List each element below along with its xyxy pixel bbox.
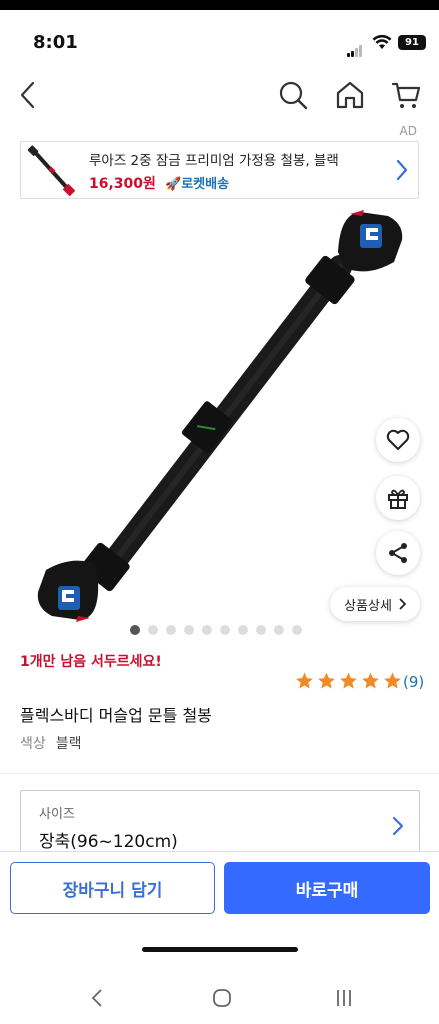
ad-banner[interactable]: 루아즈 2중 잠금 프리미엄 가정용 철봉, 블랙 16,300원 🚀로켓배송 [20, 141, 419, 199]
star-icon [340, 672, 357, 689]
chevron-right-icon [399, 598, 406, 610]
size-value: 장축(96~120cm) [39, 832, 178, 852]
gift-icon [388, 489, 408, 509]
status-bar: 8:01 91 [0, 10, 439, 68]
stock-notice: 1개만 남음 서두르세요! [20, 654, 162, 670]
carousel-dot[interactable] [256, 625, 266, 635]
top-nav [0, 72, 439, 120]
carousel-dot[interactable] [184, 625, 194, 635]
review-count[interactable]: (9) [403, 673, 424, 691]
carousel-dot[interactable] [130, 625, 140, 635]
home-button-icon[interactable] [212, 988, 232, 1008]
search-icon[interactable] [278, 80, 308, 110]
buy-now-button[interactable]: 바로구매 [224, 862, 430, 914]
star-icon [362, 672, 379, 689]
rocket-icon: 🚀 [165, 177, 182, 192]
ad-label: AD [399, 124, 417, 138]
star-icon [318, 672, 335, 689]
star-icon [384, 672, 401, 689]
product-detail-button[interactable]: 상품상세 [330, 587, 420, 621]
carousel-dots [130, 625, 302, 635]
cellular-signal-icon [347, 38, 363, 57]
rating-stars[interactable] [294, 671, 403, 691]
size-label: 사이즈 [39, 807, 75, 822]
ad-price: 16,300원 [89, 176, 156, 192]
carousel-dot[interactable] [220, 625, 230, 635]
chevron-right-icon[interactable] [394, 158, 410, 182]
heart-icon [386, 429, 410, 450]
product-detail-label: 상품상세 [344, 598, 392, 614]
option-key: 색상 [20, 736, 46, 752]
product-name: 플렉스바디 머슬업 문틀 철봉 [20, 706, 212, 725]
home-indicator[interactable] [142, 947, 298, 952]
divider [0, 773, 439, 774]
share-button[interactable] [376, 531, 420, 575]
carousel-dot[interactable] [202, 625, 212, 635]
cart-icon[interactable] [391, 80, 421, 110]
chevron-right-icon [392, 816, 404, 836]
product-image[interactable] [0, 202, 439, 627]
add-to-cart-button[interactable]: 장바구니 담기 [10, 862, 215, 914]
carousel-dot[interactable] [238, 625, 248, 635]
battery-icon: 91 [398, 35, 426, 50]
system-navigation-bar [0, 972, 439, 1024]
carousel-dot[interactable] [274, 625, 284, 635]
product-option: 색상 블랙 [20, 733, 82, 753]
option-value: 블랙 [55, 736, 82, 752]
ad-shipping: 🚀로켓배송 [165, 173, 229, 192]
ad-shipping-label: 로켓배송 [181, 177, 230, 192]
share-icon [389, 543, 407, 563]
carousel-dot[interactable] [292, 625, 302, 635]
gift-button[interactable] [376, 476, 420, 520]
ad-title: 루아즈 2중 잠금 프리미엄 가정용 철봉, 블랙 [89, 153, 339, 169]
screen: 8:01 91 AD 루아즈 2중 잠금 프리미엄 가정용 철봉, 블랙 16,… [0, 10, 439, 972]
recent-apps-icon[interactable] [335, 988, 353, 1008]
star-icon [296, 672, 313, 689]
carousel-dot[interactable] [148, 625, 158, 635]
back-icon[interactable] [90, 988, 104, 1008]
home-icon[interactable] [335, 80, 365, 110]
chevron-left-icon[interactable] [14, 80, 44, 110]
wishlist-button[interactable] [376, 418, 420, 462]
wifi-icon [372, 34, 392, 49]
ad-product-thumbnail [27, 145, 75, 196]
bottom-action-bar: 장바구니 담기 바로구매 [0, 851, 439, 972]
carousel-dot[interactable] [166, 625, 176, 635]
status-time: 8:01 [33, 32, 78, 53]
